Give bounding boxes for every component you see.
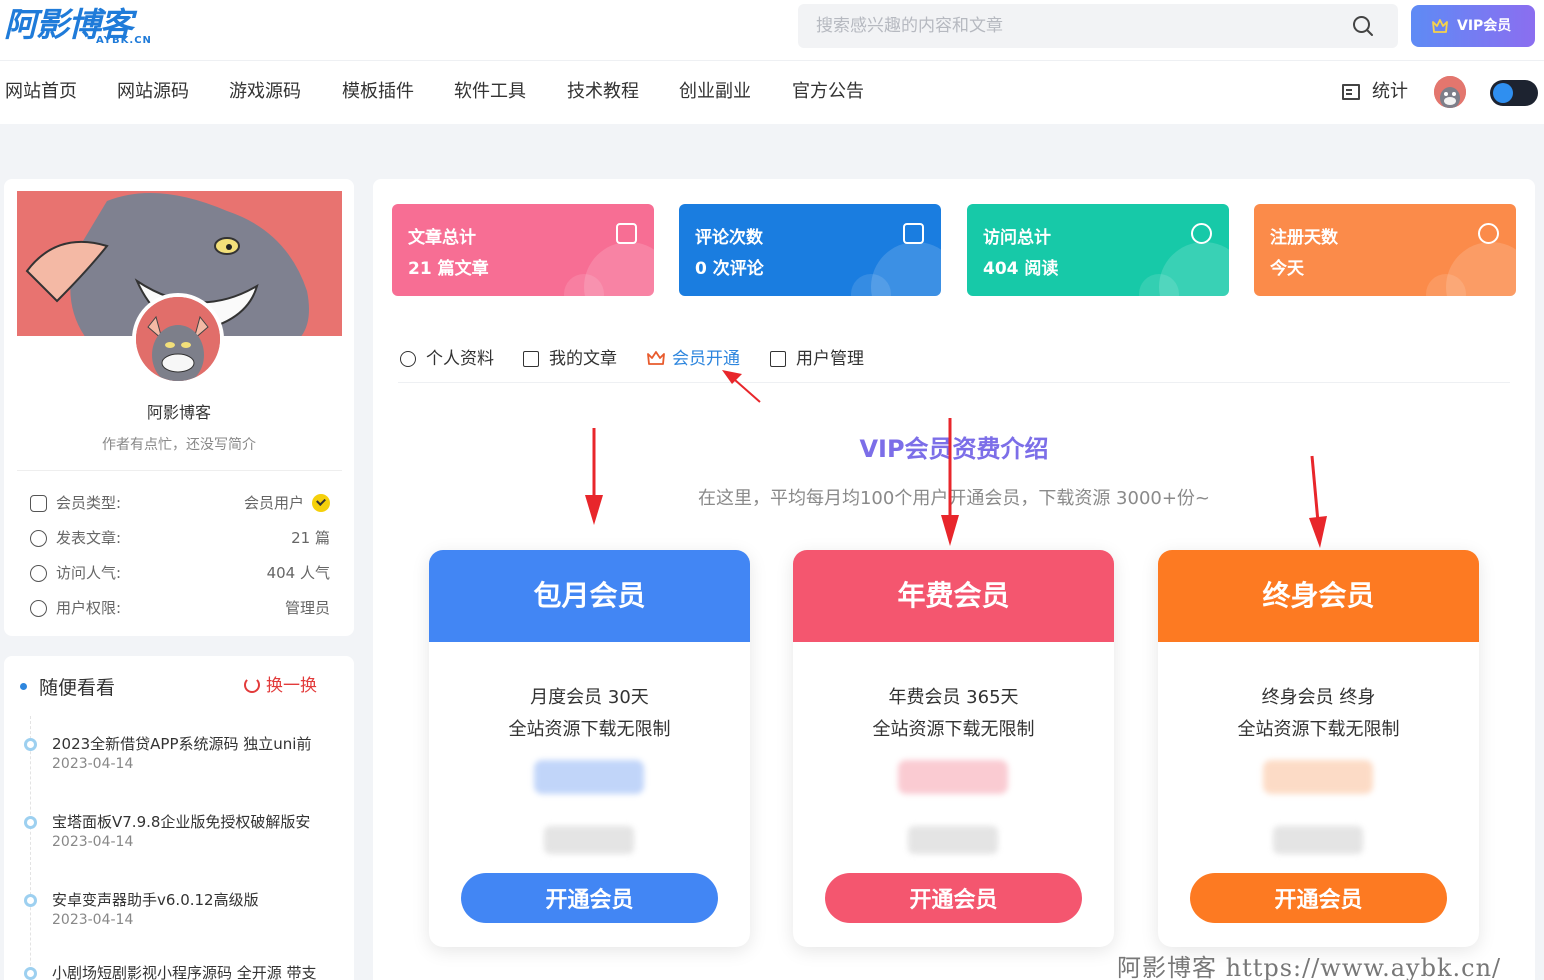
- annotation-arrows: [585, 370, 1327, 548]
- watermark: 阿影博客 https://www.aybk.cn/: [1117, 954, 1502, 980]
